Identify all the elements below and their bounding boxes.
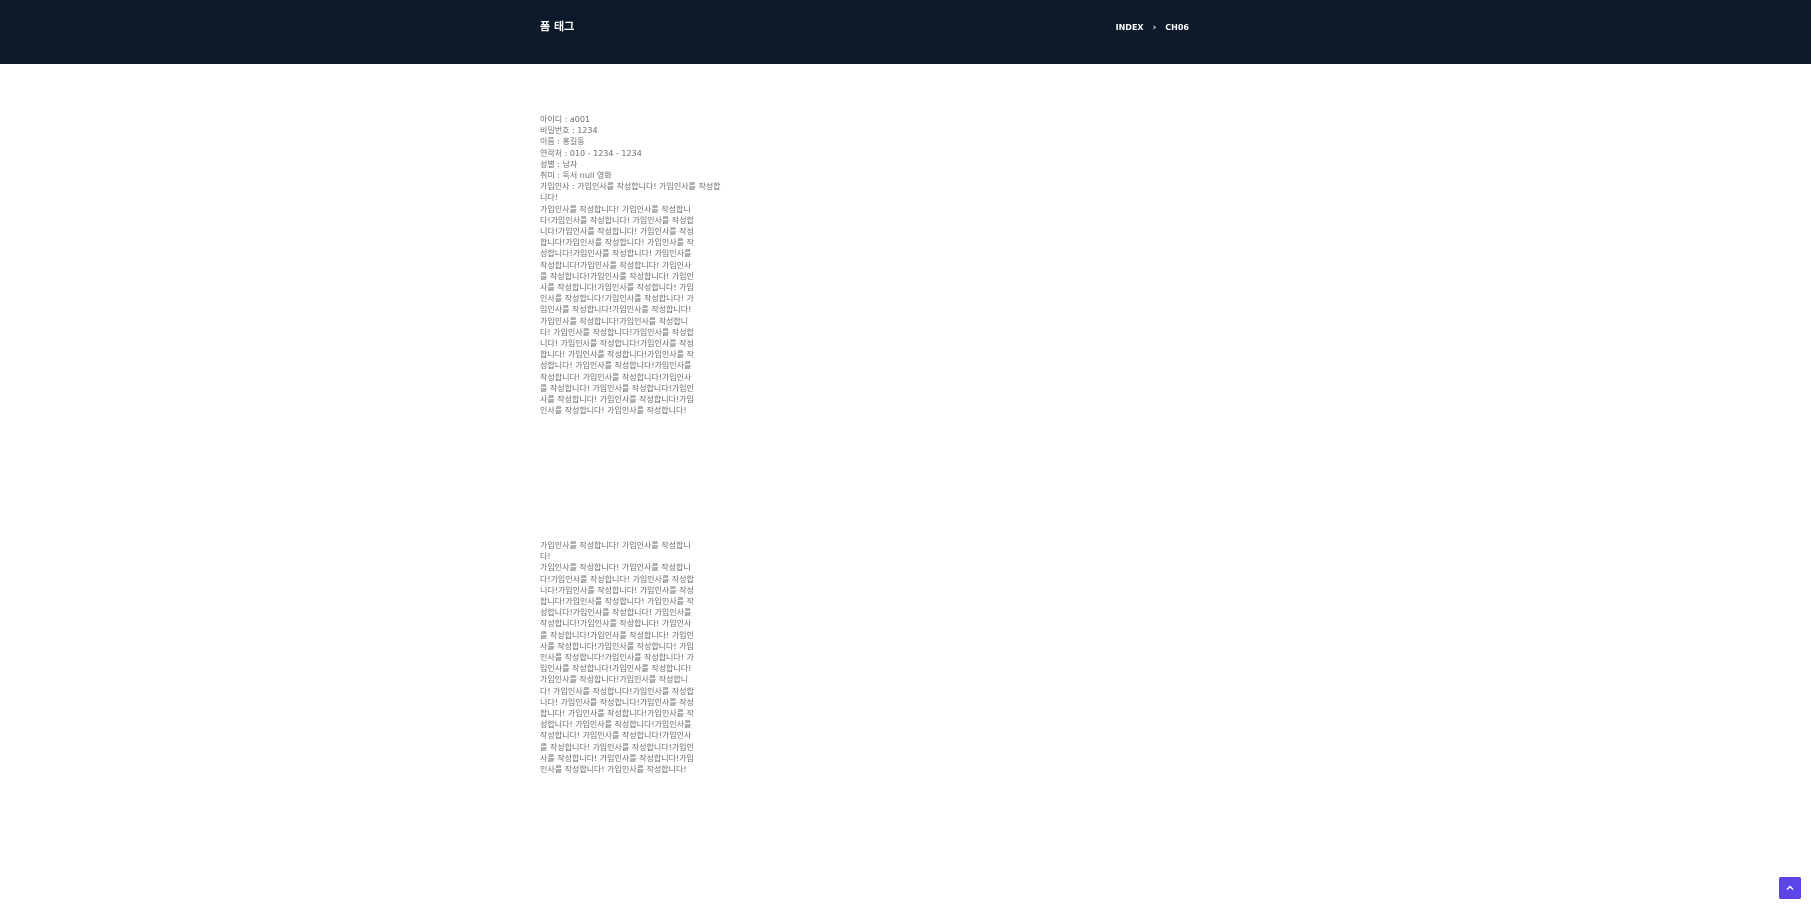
member-greeting-body: 가입인사를 작성합니다! 가입인사를 작성합니다!가입인사를 작성합니다! 가입… [540, 204, 694, 416]
member-info: 아이디 : a001 비밀번호 : 1234 이름 : 홍길동 연락처 : 01… [540, 114, 730, 416]
member-name: 이름 : 홍길동 [540, 137, 585, 147]
greeting-repeat-first-line: 가입인사를 작성합니다! 가입인사를 작성합니다! [540, 541, 691, 562]
breadcrumb-index-link[interactable]: INDEX [1116, 22, 1144, 34]
member-id: 아이디 : a001 [540, 115, 591, 124]
scroll-top-button[interactable] [1779, 877, 1801, 899]
page-title: 폼 태그 [540, 20, 575, 33]
breadcrumb: INDEX › CH06 [1116, 22, 1189, 34]
member-greeting: 가입인사 : 가입인사를 작성합니다! 가입인사를 작성합니다! [540, 182, 721, 203]
chevron-right-icon: › [1152, 23, 1157, 33]
member-phone: 연락처 : 010 - 1234 - 1234 [540, 148, 642, 158]
breadcrumb-current: CH06 [1165, 23, 1189, 32]
greeting-repeat-body: 가입인사를 작성합니다! 가입인사를 작성합니다!가입인사를 작성합니다! 가입… [540, 563, 694, 775]
member-hobby: 취미 : 독서 null 영화 [540, 171, 612, 181]
page-header: 폼 태그 INDEX › CH06 [0, 0, 1811, 64]
member-password: 비밀번호 : 1234 [540, 126, 598, 136]
chevron-up-icon [1786, 885, 1794, 890]
member-gender: 성별 : 남자 [540, 159, 578, 169]
greeting-repeat: 가입인사를 작성합니다! 가입인사를 작성합니다! 가입인사를 작성합니다! 가… [540, 540, 694, 775]
